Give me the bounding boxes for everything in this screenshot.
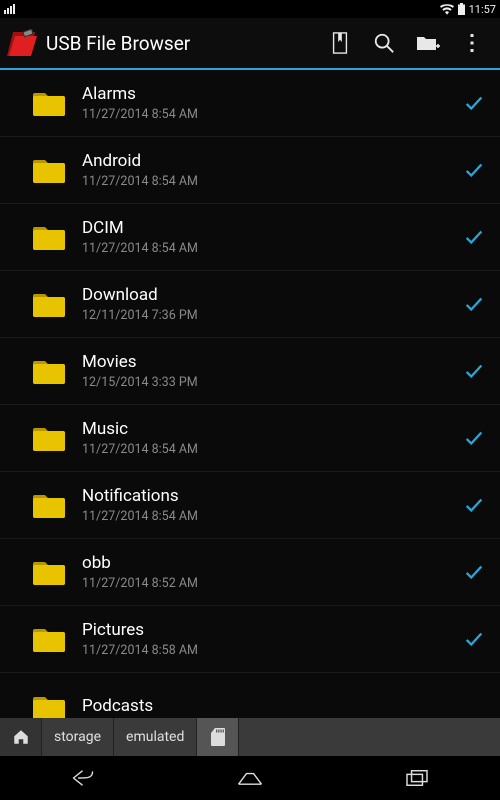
- check-icon: [463, 628, 485, 650]
- select-toggle[interactable]: [460, 424, 488, 452]
- bookmark-icon: [330, 32, 350, 54]
- folder-icon: [32, 156, 66, 184]
- select-toggle[interactable]: [460, 357, 488, 385]
- select-toggle[interactable]: [460, 693, 488, 719]
- file-date: 12/15/2014 3:33 PM: [82, 375, 460, 390]
- list-item[interactable]: Podcasts: [0, 673, 500, 718]
- folder-icon: [32, 290, 66, 318]
- select-toggle[interactable]: [460, 625, 488, 653]
- home-icon: [12, 728, 30, 746]
- select-toggle[interactable]: [460, 223, 488, 251]
- list-item[interactable]: Movies 12/15/2014 3:33 PM: [0, 338, 500, 405]
- signal-icon: [4, 4, 15, 14]
- file-date: 11/27/2014 8:58 AM: [82, 643, 460, 658]
- file-date: 11/27/2014 8:54 AM: [82, 509, 460, 524]
- check-icon: [463, 293, 485, 315]
- folder-icon: [32, 491, 66, 519]
- sdcard-icon: [211, 728, 225, 746]
- new-folder-button[interactable]: [406, 17, 450, 69]
- breadcrumb-sdcard[interactable]: [197, 718, 239, 756]
- check-icon: [463, 427, 485, 449]
- search-icon: [373, 32, 395, 54]
- list-item[interactable]: obb 11/27/2014 8:52 AM: [0, 539, 500, 606]
- check-icon: [463, 92, 485, 114]
- file-name: Pictures: [82, 620, 460, 640]
- folder-icon: [32, 625, 66, 653]
- folder-icon: [32, 424, 66, 452]
- select-toggle[interactable]: [460, 558, 488, 586]
- file-name: DCIM: [82, 218, 460, 238]
- folder-icon: [32, 693, 66, 719]
- file-name: Notifications: [82, 486, 460, 506]
- more-vert-icon: [469, 33, 475, 53]
- file-date: 11/27/2014 8:54 AM: [82, 442, 460, 457]
- check-icon: [463, 360, 485, 382]
- file-date: 11/27/2014 8:54 AM: [82, 241, 460, 256]
- breadcrumb-segment[interactable]: storage: [42, 718, 114, 756]
- check-icon: [463, 159, 485, 181]
- file-list[interactable]: Alarms 11/27/2014 8:54 AM Android 11/27/…: [0, 70, 500, 718]
- select-toggle[interactable]: [460, 89, 488, 117]
- status-time: 11:57: [469, 3, 496, 16]
- list-item[interactable]: Download 12/11/2014 7:36 PM: [0, 271, 500, 338]
- new-folder-icon: [416, 33, 440, 53]
- nav-home-button[interactable]: [215, 756, 285, 800]
- folder-icon: [32, 357, 66, 385]
- file-name: Music: [82, 419, 460, 439]
- overflow-menu-button[interactable]: [450, 17, 494, 69]
- list-item[interactable]: Pictures 11/27/2014 8:58 AM: [0, 606, 500, 673]
- nav-back-button[interactable]: [48, 756, 118, 800]
- action-bar: USB File Browser: [0, 18, 500, 70]
- app-title: USB File Browser: [46, 32, 190, 55]
- list-item[interactable]: Notifications 11/27/2014 8:54 AM: [0, 472, 500, 539]
- breadcrumb-segment[interactable]: emulated: [114, 718, 197, 756]
- check-icon: [463, 561, 485, 583]
- system-nav-bar: [0, 756, 500, 800]
- file-date: 11/27/2014 8:52 AM: [82, 576, 460, 591]
- app-icon: [4, 25, 40, 61]
- folder-icon: [32, 558, 66, 586]
- list-item[interactable]: Music 11/27/2014 8:54 AM: [0, 405, 500, 472]
- file-date: 12/11/2014 7:36 PM: [82, 308, 460, 323]
- battery-icon: [458, 3, 465, 15]
- file-date: 11/27/2014 8:54 AM: [82, 107, 460, 122]
- breadcrumb-home[interactable]: [0, 718, 42, 756]
- home-nav-icon: [235, 768, 265, 788]
- list-item[interactable]: Alarms 11/27/2014 8:54 AM: [0, 70, 500, 137]
- recents-icon: [404, 768, 430, 788]
- wifi-icon: [440, 4, 454, 15]
- check-icon: [463, 226, 485, 248]
- list-item[interactable]: Android 11/27/2014 8:54 AM: [0, 137, 500, 204]
- file-name: Podcasts: [82, 696, 460, 716]
- back-icon: [70, 767, 96, 789]
- list-item[interactable]: DCIM 11/27/2014 8:54 AM: [0, 204, 500, 271]
- file-date: 11/27/2014 8:54 AM: [82, 174, 460, 189]
- select-toggle[interactable]: [460, 290, 488, 318]
- nav-recents-button[interactable]: [382, 756, 452, 800]
- file-name: obb: [82, 553, 460, 573]
- folder-icon: [32, 89, 66, 117]
- file-name: Download: [82, 285, 460, 305]
- file-name: Android: [82, 151, 460, 171]
- status-bar: 11:57: [0, 0, 500, 18]
- search-button[interactable]: [362, 17, 406, 69]
- breadcrumb: storage emulated: [0, 718, 500, 756]
- check-icon: [463, 494, 485, 516]
- select-toggle[interactable]: [460, 156, 488, 184]
- bookmark-button[interactable]: [318, 17, 362, 69]
- file-name: Alarms: [82, 84, 460, 104]
- folder-icon: [32, 223, 66, 251]
- select-toggle[interactable]: [460, 491, 488, 519]
- file-name: Movies: [82, 352, 460, 372]
